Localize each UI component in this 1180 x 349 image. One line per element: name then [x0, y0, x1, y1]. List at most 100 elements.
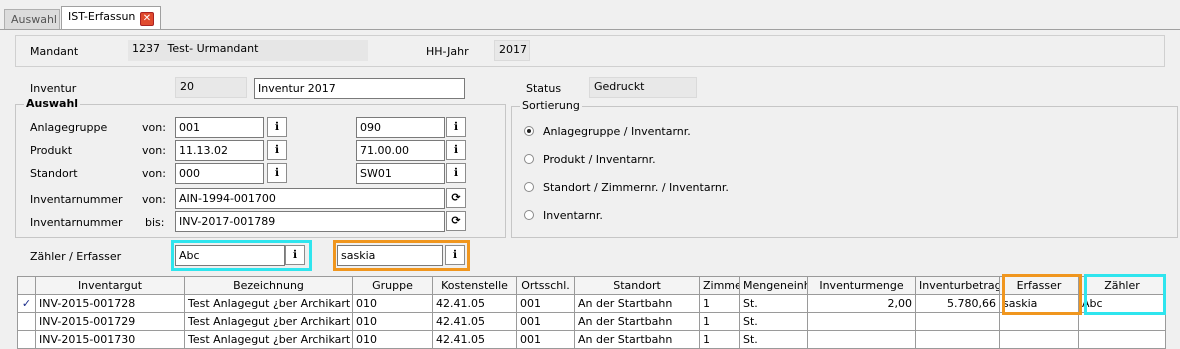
cell-inventurbetrag[interactable]: 5.780,66 — [915, 294, 1000, 313]
column-header[interactable]: Mengeneinh. — [739, 276, 808, 295]
cell-zimmer[interactable]: 1 — [699, 294, 740, 313]
cycle-icon[interactable]: ⟳ — [446, 211, 466, 231]
info-lookup-icon[interactable]: ℹ — [446, 117, 466, 137]
von-label: von: — [142, 167, 166, 180]
standort-from-field[interactable]: 000 — [175, 163, 264, 184]
cell-bezeichnung[interactable]: Test Anlagegut ¿ber Archikart — [184, 330, 353, 349]
cell-mengeneinh[interactable]: St. — [739, 330, 808, 349]
tab-ist-erfassung[interactable]: IST-Erfassun ✕ — [61, 6, 161, 30]
cell-inventargut[interactable]: INV-2015-001728 — [35, 294, 185, 313]
cell-erfasser[interactable] — [999, 312, 1079, 331]
cell-ortsschl[interactable]: 001 — [516, 330, 575, 349]
cell-zimmer[interactable]: 1 — [699, 312, 740, 331]
column-header[interactable]: Inventurmenge — [807, 276, 916, 295]
cell-ortsschl[interactable]: 001 — [516, 294, 575, 313]
erfasser-field[interactable]: saskia — [337, 245, 443, 266]
cell-standort[interactable]: An der Startbahn — [574, 312, 700, 331]
info-lookup-icon[interactable]: ℹ — [267, 117, 287, 137]
column-header[interactable]: Zimmer — [699, 276, 740, 295]
von-label: von: — [142, 121, 166, 134]
cell-kostenstelle[interactable]: 42.41.05 — [432, 294, 517, 313]
cell-zaehler[interactable] — [1078, 312, 1166, 331]
radio-label: Inventarnr. — [543, 209, 603, 222]
column-header[interactable]: Bezeichnung — [184, 276, 353, 295]
column-header[interactable]: Standort — [574, 276, 700, 295]
cell-ortsschl[interactable]: 001 — [516, 312, 575, 331]
cell-inventurmenge[interactable]: 2,00 — [807, 294, 916, 313]
tab-label: Auswahl — [11, 13, 57, 26]
cycle-icon[interactable]: ⟳ — [446, 188, 466, 208]
cell-inventargut[interactable]: INV-2015-001730 — [35, 330, 185, 349]
von-label: von: — [142, 144, 166, 157]
status-label: Status — [526, 82, 562, 95]
radio-label: Anlagegruppe / Inventarnr. — [543, 125, 691, 138]
info-lookup-icon[interactable]: ℹ — [446, 163, 466, 183]
inventarnummer-to-field[interactable]: INV-2017-001789 — [175, 211, 445, 232]
highlight-erfasser-column — [1002, 274, 1082, 315]
radio-produkt[interactable] — [524, 154, 534, 164]
tab-auswahl[interactable]: Auswahl — [4, 9, 60, 30]
hhjahr-value: 2017 — [494, 40, 530, 61]
cell-gruppe[interactable]: 010 — [352, 330, 433, 349]
info-lookup-icon[interactable]: ℹ — [446, 140, 466, 160]
highlight-zaehler-column — [1084, 274, 1166, 315]
inventur-name-field[interactable]: Inventur 2017 — [254, 78, 465, 99]
radio-label: Standort / Zimmernr. / Inventarnr. — [543, 181, 729, 194]
cell-zaehler[interactable] — [1078, 330, 1166, 349]
cell-inventurbetrag[interactable] — [915, 330, 1000, 349]
produkt-label: Produkt — [30, 144, 73, 157]
cell-zimmer[interactable]: 1 — [699, 330, 740, 349]
column-header[interactable]: Kostenstelle — [432, 276, 517, 295]
standort-label: Standort — [30, 167, 78, 180]
cell-gruppe[interactable]: 010 — [352, 312, 433, 331]
inventarnummer-from-field[interactable]: AIN-1994-001700 — [175, 188, 445, 209]
zaehler-field[interactable]: Abc — [175, 245, 285, 266]
table-row[interactable]: INV-2015-001729 Test Anlagegut ¿ber Arch… — [17, 312, 1166, 331]
cell-inventurmenge[interactable] — [807, 330, 916, 349]
column-header[interactable] — [17, 276, 36, 295]
inventur-nr: 20 — [175, 77, 247, 98]
cell-inventargut[interactable]: INV-2015-001729 — [35, 312, 185, 331]
tab-label: IST-Erfassun — [68, 10, 136, 23]
inventarnummer-von-label: Inventarnummer — [30, 193, 123, 206]
column-header[interactable]: Gruppe — [352, 276, 433, 295]
mandant-number: 1237 — [132, 42, 160, 55]
cell-gruppe[interactable]: 010 — [352, 294, 433, 313]
cell-bezeichnung[interactable]: Test Anlagegut ¿ber Archikart — [184, 294, 353, 313]
produkt-from-field[interactable]: 11.13.02 — [175, 140, 264, 161]
column-header[interactable]: Ortsschl. — [516, 276, 575, 295]
table-row[interactable]: ✓ INV-2015-001728 Test Anlagegut ¿ber Ar… — [17, 294, 1166, 313]
info-lookup-icon[interactable]: ℹ — [267, 163, 287, 183]
radio-standort[interactable] — [524, 182, 534, 192]
radio-anlagegruppe[interactable] — [524, 126, 534, 136]
anlagegruppe-to-field[interactable]: 090 — [356, 117, 445, 138]
radio-inventarnr[interactable] — [524, 210, 534, 220]
cell-bezeichnung[interactable]: Test Anlagegut ¿ber Archikart — [184, 312, 353, 331]
table-row[interactable]: INV-2015-001730 Test Anlagegut ¿ber Arch… — [17, 330, 1166, 349]
cell-erfasser[interactable] — [999, 330, 1079, 349]
cell-mengeneinh[interactable]: St. — [739, 312, 808, 331]
info-lookup-icon[interactable]: ℹ — [267, 140, 287, 160]
mandant-label: Mandant — [30, 45, 79, 58]
info-lookup-icon[interactable]: ℹ — [445, 245, 465, 265]
column-header[interactable]: Inventurbetrag — [915, 276, 1000, 295]
inventur-label: Inventur — [30, 82, 77, 95]
row-marker — [17, 330, 36, 349]
produkt-to-field[interactable]: 71.00.00 — [356, 140, 445, 161]
cell-standort[interactable]: An der Startbahn — [574, 294, 700, 313]
close-icon[interactable]: ✕ — [140, 12, 154, 26]
column-header[interactable]: Inventargut — [35, 276, 185, 295]
cell-inventurbetrag[interactable] — [915, 312, 1000, 331]
cell-standort[interactable]: An der Startbahn — [574, 330, 700, 349]
cell-inventurmenge[interactable] — [807, 312, 916, 331]
standort-to-field[interactable]: SW01 — [356, 163, 445, 184]
anlagegruppe-from-field[interactable]: 001 — [175, 117, 264, 138]
anlagegruppe-label: Anlagegruppe — [30, 121, 108, 134]
table-header-row: Inventargut Bezeichnung Gruppe Kostenste… — [17, 276, 1166, 295]
bis-label: bis: — [145, 216, 165, 229]
info-lookup-icon[interactable]: ℹ — [285, 245, 305, 265]
cell-kostenstelle[interactable]: 42.41.05 — [432, 312, 517, 331]
check-icon: ✓ — [17, 294, 36, 313]
cell-mengeneinh[interactable]: St. — [739, 294, 808, 313]
cell-kostenstelle[interactable]: 42.41.05 — [432, 330, 517, 349]
